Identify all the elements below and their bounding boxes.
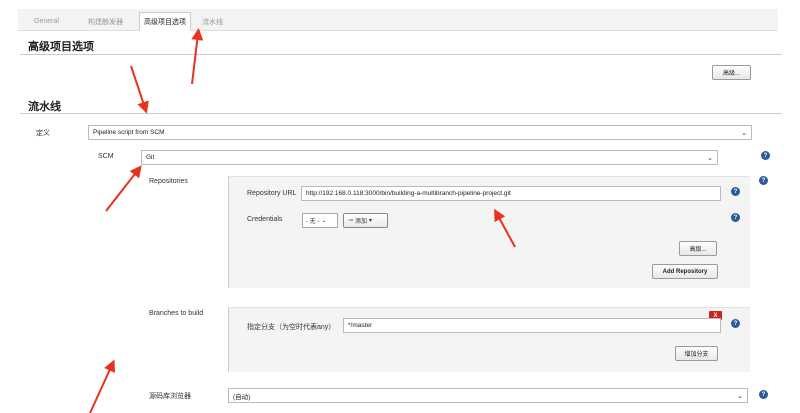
- branches-label: Branches to build: [149, 310, 204, 317]
- add-repository-button[interactable]: Add Repository: [652, 264, 718, 279]
- branches-panel: [228, 307, 750, 372]
- repo-browser-label: 源码库浏览器: [149, 393, 191, 400]
- repo-advanced-button[interactable]: 高级...: [679, 241, 717, 256]
- credentials-value: - 无 -: [306, 219, 320, 225]
- credentials-select[interactable]: - 无 - ⌄: [302, 213, 338, 228]
- help-icon[interactable]: ?: [731, 319, 740, 328]
- help-icon[interactable]: ?: [731, 213, 740, 222]
- tab-general[interactable]: General: [30, 12, 63, 31]
- section-title-pipeline: 流水线: [28, 101, 61, 113]
- section-divider: [20, 113, 782, 114]
- credentials-label: Credentials: [247, 216, 283, 223]
- tab-advanced-options[interactable]: 高级项目选项: [139, 12, 191, 31]
- add-branch-button[interactable]: 增加分支: [675, 346, 718, 361]
- chevron-down-icon: ⌄: [321, 218, 327, 224]
- help-icon[interactable]: ?: [759, 176, 768, 185]
- config-tabs: General 构建触发器 高级项目选项 流水线: [18, 9, 778, 31]
- caret-down-icon: ▾: [369, 218, 373, 224]
- section-divider: [20, 54, 782, 55]
- branch-spec-input[interactable]: */master: [343, 318, 721, 333]
- repo-browser-select[interactable]: (自动) ⌄: [228, 388, 748, 403]
- scm-label: SCM: [98, 153, 114, 160]
- branch-spec-label: 指定分支（为空时代表any）: [247, 324, 336, 331]
- advanced-button[interactable]: 高级...: [712, 65, 751, 80]
- add-credentials-label: 添加: [355, 219, 368, 225]
- key-icon: ⊸: [348, 218, 354, 224]
- section-title-advanced: 高级项目选项: [28, 41, 94, 53]
- repo-url-label: Repository URL: [247, 190, 297, 197]
- repo-browser-value: (自动): [233, 393, 251, 401]
- repositories-label: Repositories: [149, 178, 188, 185]
- repo-url-input[interactable]: http://192.168.0.118:3000/bin/building-a…: [301, 186, 721, 201]
- scm-select[interactable]: Git ⌄: [141, 150, 718, 165]
- add-credentials-button[interactable]: ⊸ 添加 ▾: [343, 213, 388, 228]
- arrow-to-pipeline-title: [130, 65, 149, 114]
- help-icon[interactable]: ?: [731, 187, 740, 196]
- chevron-down-icon: ⌄: [707, 155, 713, 162]
- chevron-down-icon: ⌄: [737, 393, 743, 400]
- arrow-to-scm: [105, 165, 142, 212]
- tab-pipeline[interactable]: 流水线: [198, 12, 227, 31]
- help-icon[interactable]: ?: [761, 151, 770, 160]
- arrow-to-pipeline-tab: [191, 28, 204, 85]
- definition-select[interactable]: Pipeline script from SCM ⌄: [88, 125, 752, 140]
- help-icon[interactable]: ?: [759, 390, 768, 399]
- definition-value: Pipeline script from SCM: [93, 129, 165, 136]
- arrow-bottom-left: [89, 359, 115, 413]
- tab-build-triggers[interactable]: 构建触发器: [84, 12, 127, 31]
- scm-value: Git: [146, 154, 155, 161]
- chevron-down-icon: ⌄: [741, 130, 747, 137]
- definition-label: 定义: [36, 130, 50, 137]
